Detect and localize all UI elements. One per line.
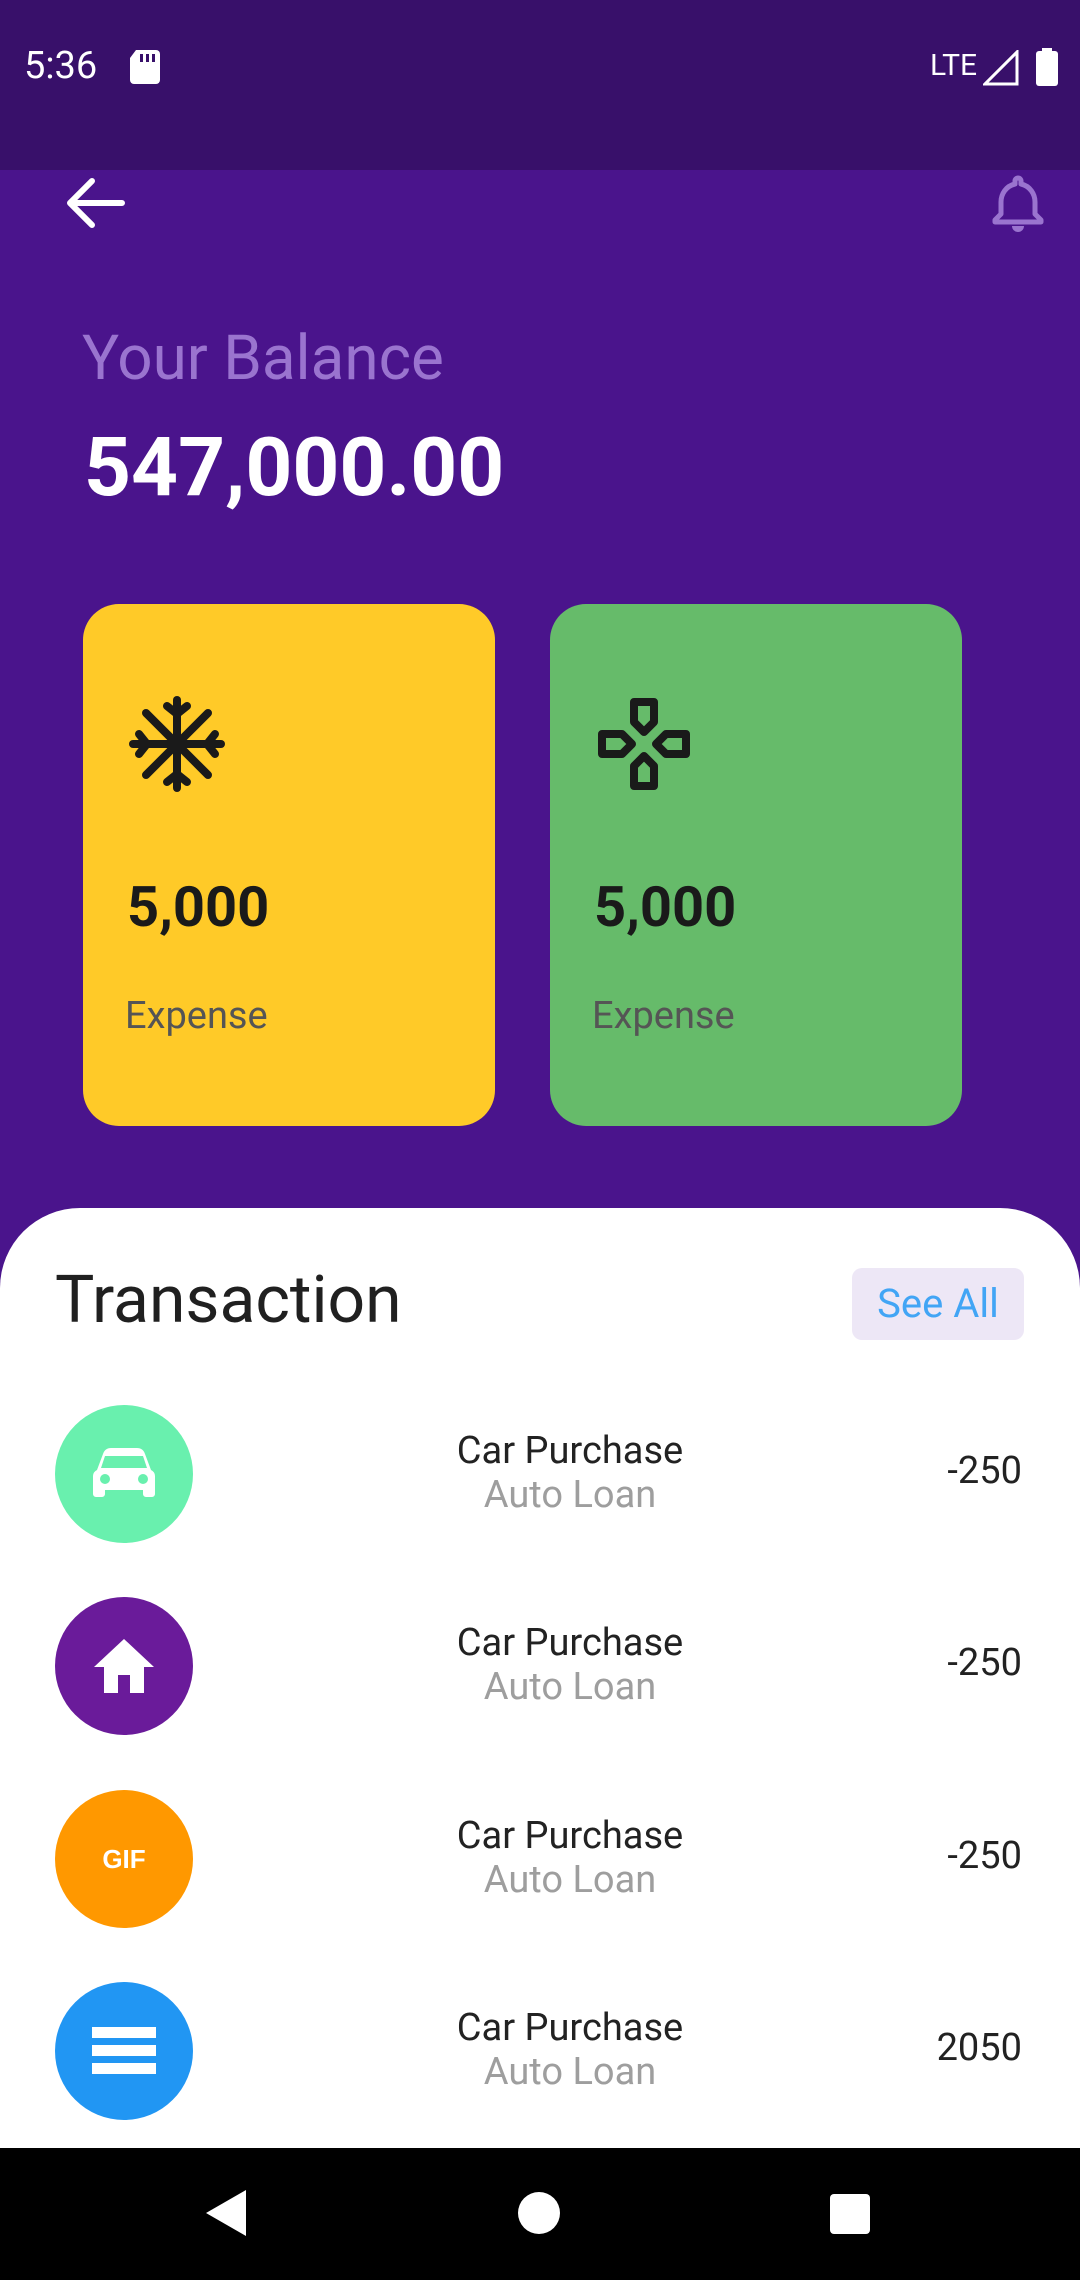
- transaction-amount: -250: [947, 1449, 1022, 1493]
- network-type: LTE: [930, 48, 978, 83]
- svg-text:GIF: GIF: [102, 1844, 145, 1874]
- gamepad-icon: [598, 698, 690, 790]
- card-amount: 5,000: [127, 874, 270, 940]
- gif-avatar: GIF: [55, 1790, 193, 1928]
- battery-icon: [1036, 48, 1058, 86]
- balance-value: 547,000.00: [84, 420, 505, 516]
- transaction-row[interactable]: GIF Car Purchase Auto Loan -250: [0, 1790, 1080, 1930]
- transaction-row[interactable]: Car Purchase Auto Loan -250: [0, 1597, 1080, 1737]
- notification-bell-icon[interactable]: [986, 172, 1050, 236]
- app-bar: [0, 170, 1080, 290]
- menu-lines-icon: [92, 2027, 156, 2074]
- home-icon: [94, 1639, 154, 1693]
- card-label: Expense: [125, 994, 268, 1038]
- transaction-title: Car Purchase: [456, 2006, 684, 2050]
- car-icon: [93, 1448, 155, 1497]
- transaction-subtitle: Auto Loan: [483, 2050, 657, 2094]
- transaction-title: Car Purchase: [456, 1814, 684, 1858]
- sd-card-icon: [130, 50, 160, 84]
- transaction-amount: -250: [947, 1834, 1022, 1878]
- transactions-title: Transaction: [55, 1262, 402, 1339]
- gif-icon: GIF: [102, 1844, 145, 1874]
- nav-home-icon[interactable]: [518, 2192, 560, 2234]
- home-avatar: [55, 1597, 193, 1735]
- expense-card-yellow[interactable]: 5,000 Expense: [83, 604, 495, 1126]
- transaction-amount: -250: [947, 1641, 1022, 1685]
- transaction-title: Car Purchase: [456, 1621, 684, 1665]
- transaction-amount: 2050: [936, 2026, 1022, 2070]
- card-label: Expense: [592, 994, 735, 1038]
- balance-label: Your Balance: [82, 322, 444, 395]
- transaction-subtitle: Auto Loan: [483, 1665, 657, 1709]
- car-avatar: [55, 1405, 193, 1543]
- transaction-subtitle: Auto Loan: [483, 1473, 657, 1517]
- see-all-button[interactable]: See All: [852, 1268, 1024, 1340]
- transaction-subtitle: Auto Loan: [483, 1858, 657, 1902]
- snowflake-icon: [129, 696, 225, 792]
- transaction-row[interactable]: Car Purchase Auto Loan 2050: [0, 1982, 1080, 2122]
- signal-icon: [983, 50, 1019, 86]
- menu-avatar: [55, 1982, 193, 2120]
- transaction-title: Car Purchase: [456, 1429, 684, 1473]
- nav-recents-icon[interactable]: [830, 2194, 870, 2234]
- status-bar: 5:36 LTE: [0, 0, 1080, 170]
- card-amount: 5,000: [594, 874, 737, 940]
- nav-back-icon[interactable]: [202, 2188, 250, 2238]
- expense-card-green[interactable]: 5,000 Expense: [550, 604, 962, 1126]
- transaction-row[interactable]: Car Purchase Auto Loan -250: [0, 1405, 1080, 1545]
- back-arrow-icon[interactable]: [60, 168, 130, 238]
- status-time: 5:36: [24, 44, 98, 88]
